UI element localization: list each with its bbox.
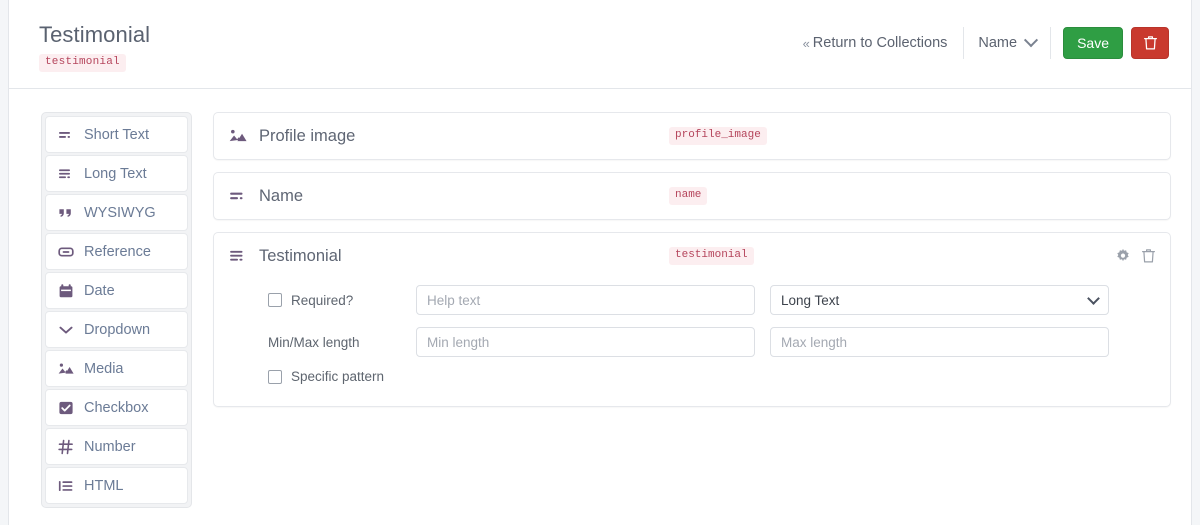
gear-icon[interactable] [1115, 248, 1131, 264]
palette-item-label: WYSIWYG [84, 204, 156, 221]
palette-item-reference[interactable]: Reference [45, 233, 188, 270]
app-shell: Testimonial testimonial « Return to Coll… [8, 0, 1192, 525]
help-text-input[interactable] [416, 285, 755, 315]
field-type-palette: Short Text Long Text WYSIWYG Reference D… [41, 112, 192, 508]
palette-item-label: Dropdown [84, 321, 151, 338]
pattern-option: Specific pattern [232, 369, 416, 384]
palette-item-long-text[interactable]: Long Text [45, 155, 188, 192]
settings-row-required: Required? Long Text [232, 285, 1152, 315]
field-settings-panel: Required? Long Text Min/ [214, 279, 1170, 406]
chevron-down-icon [57, 321, 74, 338]
field-card-profile-image[interactable]: Profile image profile_image [213, 112, 1171, 160]
calendar-icon [57, 282, 74, 299]
header-actions: « Return to Collections Name Save [803, 27, 1169, 59]
field-slug-badge: name [669, 187, 708, 205]
min-length-input[interactable] [416, 327, 755, 357]
link-icon [57, 243, 74, 260]
palette-item-number[interactable]: Number [45, 428, 188, 465]
field-card-name[interactable]: Name name [213, 172, 1171, 220]
hash-icon [57, 438, 74, 455]
trash-icon [1143, 36, 1157, 50]
minmax-label: Min/Max length [268, 334, 360, 350]
field-header[interactable]: Name name [214, 173, 1170, 219]
max-length-input[interactable] [770, 327, 1109, 357]
field-slug-badge: profile_image [669, 127, 767, 145]
image-icon [229, 127, 247, 145]
required-checkbox[interactable] [268, 293, 282, 307]
quote-icon [57, 204, 74, 221]
image-icon [57, 360, 74, 377]
settings-row-minmax: Min/Max length [232, 327, 1152, 357]
return-to-collections-label: Return to Collections [812, 35, 948, 51]
settings-row-pattern: Specific pattern [232, 369, 1152, 384]
palette-item-date[interactable]: Date [45, 272, 188, 309]
palette-item-media[interactable]: Media [45, 350, 188, 387]
required-label: Required? [291, 292, 354, 308]
palette-item-short-text[interactable]: Short Text [45, 116, 188, 153]
header-title-group: Testimonial testimonial [39, 22, 150, 72]
palette-item-label: HTML [84, 477, 124, 494]
palette-item-label: Long Text [84, 165, 147, 182]
palette-item-wysiwyg[interactable]: WYSIWYG [45, 194, 188, 231]
field-label: Profile image [259, 126, 356, 145]
save-button[interactable]: Save [1063, 27, 1123, 59]
trash-icon[interactable] [1141, 248, 1156, 264]
field-slug-badge: testimonial [669, 247, 754, 265]
field-type-select[interactable]: Long Text [770, 285, 1109, 315]
required-option: Required? [232, 293, 416, 308]
palette-item-label: Checkbox [84, 399, 149, 416]
palette-item-checkbox[interactable]: Checkbox [45, 389, 188, 426]
field-header[interactable]: Profile image profile_image [214, 113, 1170, 159]
specific-pattern-label: Specific pattern [291, 369, 385, 384]
left-chevron-icon: « [802, 35, 810, 51]
long-text-icon [229, 247, 247, 265]
sort-by-select[interactable]: Name [964, 27, 1052, 59]
sort-by-value: Name [978, 35, 1018, 51]
long-text-icon [57, 165, 74, 182]
field-label: Name [259, 186, 304, 205]
palette-item-label: Short Text [84, 126, 150, 143]
chevron-down-icon [1024, 33, 1039, 48]
list-icon [57, 477, 74, 494]
palette-item-label: Number [84, 438, 136, 455]
field-header[interactable]: Testimonial testimonial [214, 233, 1170, 279]
palette-item-label: Reference [84, 243, 151, 260]
palette-item-label: Date [84, 282, 115, 299]
page-header: Testimonial testimonial « Return to Coll… [9, 0, 1191, 89]
field-type-select-wrap: Long Text [770, 285, 1109, 315]
palette-item-dropdown[interactable]: Dropdown [45, 311, 188, 348]
palette-item-label: Media [84, 360, 124, 377]
short-text-icon [57, 126, 74, 143]
checkbox-icon [57, 399, 74, 416]
field-list: Profile image profile_image Name name Te… [213, 112, 1171, 407]
delete-collection-button[interactable] [1131, 27, 1169, 59]
field-label: Testimonial [259, 246, 342, 265]
field-action-buttons [1115, 248, 1156, 264]
return-to-collections-link[interactable]: « Return to Collections [803, 27, 965, 59]
minmax-option: Min/Max length [232, 335, 416, 350]
palette-item-html[interactable]: HTML [45, 467, 188, 504]
collection-slug-badge: testimonial [39, 54, 126, 72]
page-title: Testimonial [39, 22, 151, 47]
specific-pattern-checkbox[interactable] [268, 369, 282, 384]
editor-body: Short Text Long Text WYSIWYG Reference D… [9, 89, 1191, 525]
field-card-testimonial[interactable]: Testimonial testimonial Required? Help t… [213, 232, 1171, 407]
short-text-icon [229, 187, 247, 205]
